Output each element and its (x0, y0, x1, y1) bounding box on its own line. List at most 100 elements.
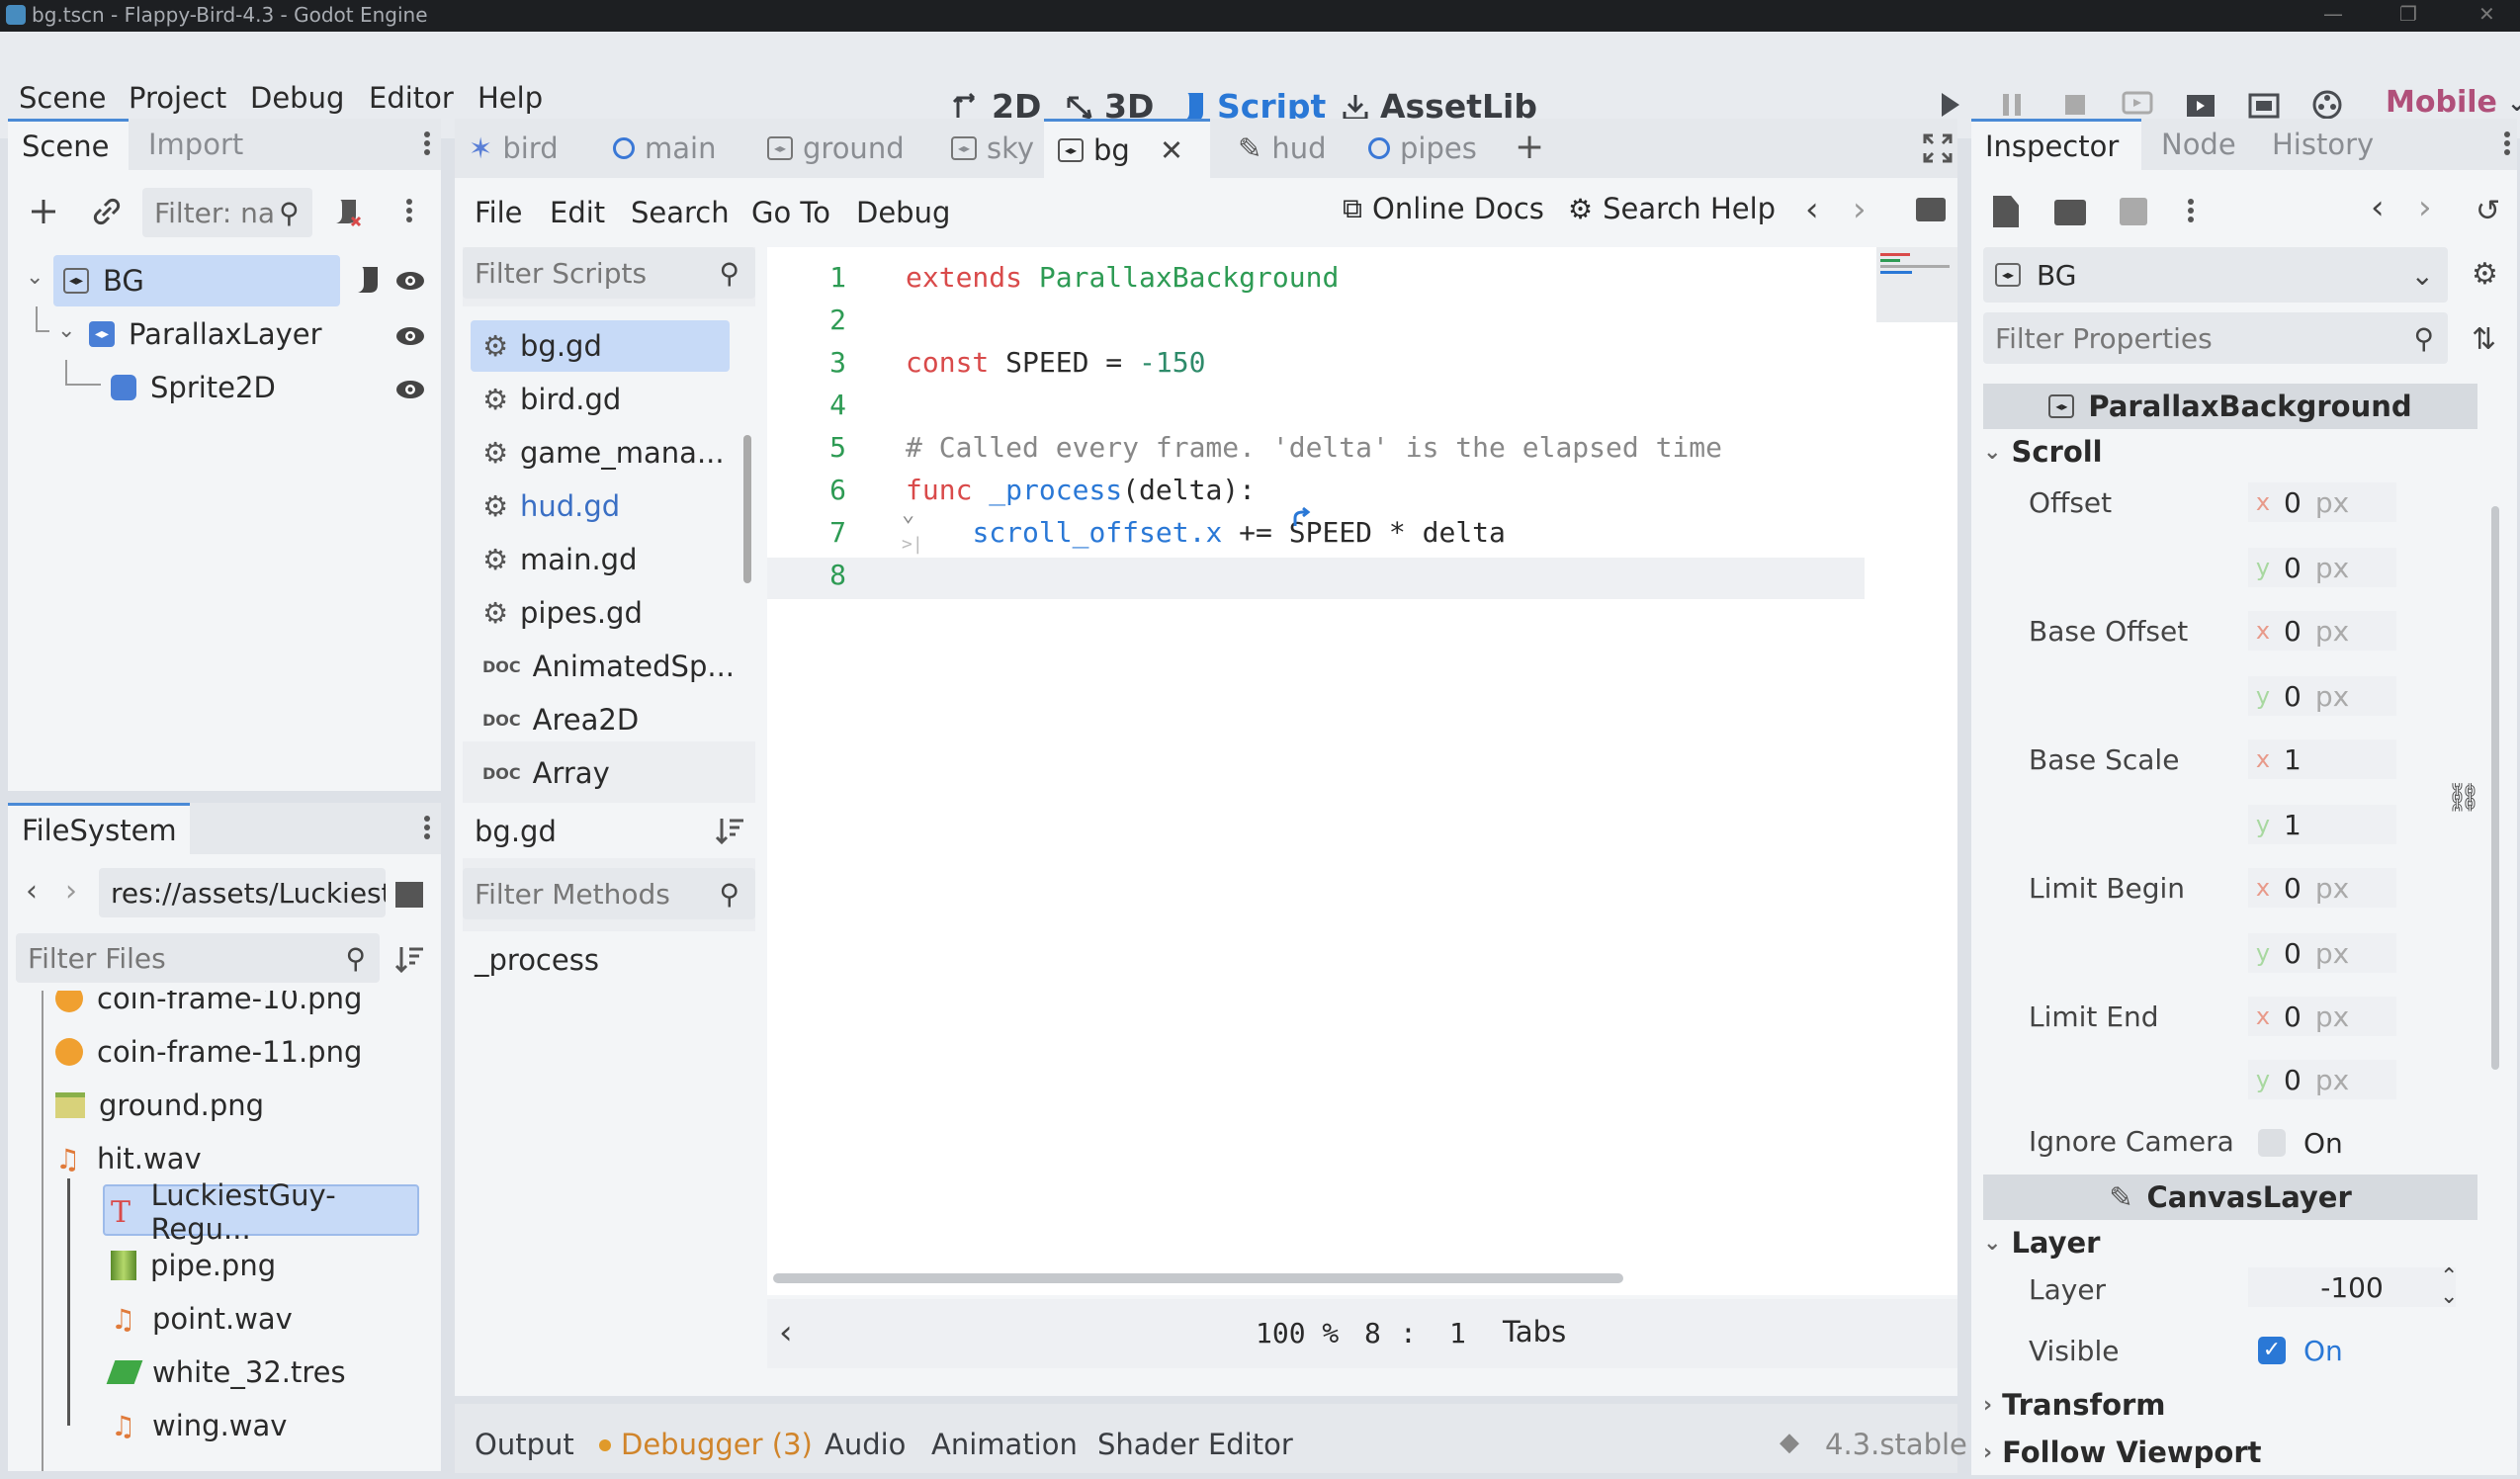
tab-import[interactable]: Import (134, 119, 257, 170)
path-field[interactable]: res://assets/Luckiest (99, 868, 386, 917)
script-item-hud[interactable]: ⚙ hud.gd (471, 480, 730, 532)
file-item[interactable]: white_32.tres (106, 1347, 346, 1398)
sort-icon[interactable] (714, 815, 745, 846)
visibility-eye-icon[interactable] (395, 271, 425, 291)
inspector-options-icon[interactable] (2187, 196, 2195, 231)
script-item-doc[interactable]: DOC Array (471, 747, 730, 799)
scene-tab-sky[interactable]: ◂▸ sky (937, 119, 1048, 178)
line-number[interactable]: 2 (767, 304, 846, 336)
property-value-y[interactable]: y 0 px (2248, 676, 2396, 716)
line-number[interactable]: 6 (767, 474, 846, 506)
add-node-icon[interactable] (28, 196, 59, 227)
property-options-icon[interactable]: ⇅ (2472, 322, 2496, 357)
dock-menu-icon[interactable] (423, 813, 431, 848)
scene-tab-main[interactable]: main (599, 119, 730, 178)
file-item[interactable]: ♫ wing.wav (111, 1400, 287, 1451)
back-icon[interactable]: ‹ (26, 874, 38, 909)
menu-scene[interactable]: Scene (19, 81, 106, 115)
toggle-scripts-panel-icon[interactable]: ‹ (779, 1313, 793, 1352)
code-line[interactable]: 1 extends ParallaxBackground (767, 255, 1865, 298)
scene-tab-pipes[interactable]: pipes (1354, 119, 1491, 178)
history-back-icon[interactable]: ‹ (2371, 188, 2385, 227)
scene-tab-bird[interactable]: ✶ bird (455, 119, 572, 178)
scrollbar[interactable] (743, 435, 751, 583)
sort-icon[interactable] (393, 943, 425, 975)
line-number[interactable]: 5 (767, 431, 846, 464)
file-item[interactable]: ♫ hit.wav (55, 1133, 202, 1184)
run-custom-scene-icon[interactable] (2246, 87, 2282, 123)
layer-spinbox[interactable]: -100 (2248, 1267, 2456, 1307)
script-item-bg[interactable]: ⚙ bg.gd (471, 320, 730, 372)
tree-node-parallaxlayer[interactable]: ◂▸ ParallaxLayer (89, 308, 322, 360)
filter-properties-input[interactable]: Filter Properties ⚲ (1983, 312, 2448, 364)
object-tools-icon[interactable]: ⚙ (2472, 257, 2498, 292)
tab-inspector[interactable]: Inspector (1971, 119, 2141, 170)
bottom-tab-audio[interactable]: Audio (825, 1428, 906, 1461)
group-transform[interactable]: › Transform (1983, 1384, 2477, 1426)
menu-project[interactable]: Project (129, 81, 226, 115)
renderer-select[interactable]: Mobile ⌄ (2386, 85, 2520, 120)
line-number[interactable]: 8 (767, 559, 846, 591)
property-value-y[interactable]: y 0 px (2248, 933, 2396, 973)
filter-scripts-input[interactable]: Filter Scripts ⚲ (463, 247, 755, 299)
play-icon[interactable] (1932, 87, 1967, 123)
scene-tab-hud[interactable]: ✎ hud (1224, 119, 1340, 178)
next-script-icon[interactable]: › (1853, 190, 1867, 229)
tree-node-sprite2d[interactable]: Sprite2D (111, 362, 276, 413)
scrollbar[interactable] (2491, 506, 2499, 1070)
scene-options-icon[interactable] (405, 196, 413, 231)
scene-tab-bg[interactable]: ◂▸ bg ✕ (1044, 119, 1210, 178)
bottom-tab-animation[interactable]: Animation (931, 1428, 1078, 1461)
property-value-x[interactable]: x1 (2248, 740, 2396, 779)
history-forward-icon[interactable]: › (2418, 188, 2432, 227)
pause-icon[interactable] (1994, 87, 2030, 123)
dock-menu-icon[interactable] (2503, 129, 2511, 164)
ignore-camera-checkbox[interactable] (2258, 1129, 2286, 1157)
attach-script-icon[interactable] (330, 196, 364, 229)
file-filter-input[interactable]: Filter Files ⚲ (16, 933, 380, 983)
filter-methods-input[interactable]: Filter Methods ⚲ (463, 868, 755, 919)
minimap[interactable] (1876, 247, 1957, 322)
code-line[interactable]: 2 (767, 298, 1865, 340)
engine-version[interactable]: 4.3.stable (1825, 1428, 1967, 1461)
code-line[interactable]: 3 const SPEED = -150 (767, 340, 1865, 383)
script-item-pipes[interactable]: ⚙ pipes.gd (471, 587, 730, 639)
script-item-main[interactable]: ⚙ main.gd (471, 534, 730, 585)
maximize-icon[interactable]: ❐ (2399, 2, 2417, 26)
visibility-eye-icon[interactable] (395, 380, 425, 399)
add-scene-tab-icon[interactable]: + (1515, 127, 1544, 167)
code-line[interactable]: 4 (767, 383, 1865, 425)
code-line[interactable]: 7 scroll_offset.x += SPEED * delta (767, 510, 1865, 553)
group-scroll[interactable]: ⌄ Scroll (1983, 431, 2477, 473)
property-value-x[interactable]: x 0 px (2248, 868, 2396, 908)
property-value-x[interactable]: x 0 px (2248, 997, 2396, 1036)
save-icon[interactable] (2120, 198, 2147, 225)
collapse-arrow-icon[interactable]: ⌄ (26, 265, 43, 290)
file-item[interactable]: pipe.png (111, 1240, 276, 1291)
file-item[interactable]: coin-frame-11.png (55, 1026, 362, 1078)
close-tab-icon[interactable]: ✕ (1160, 133, 1183, 167)
script-menu-file[interactable]: File (475, 196, 523, 229)
scene-filter-input[interactable]: Filter: na ⚲ (142, 188, 312, 237)
code-line[interactable]: 6 func _process(delta): (767, 468, 1865, 510)
collapse-arrow-icon[interactable]: ⌄ (57, 318, 75, 343)
minimize-icon[interactable]: — (2323, 2, 2343, 26)
code-line[interactable]: 8 (767, 553, 1865, 595)
script-menu-goto[interactable]: Go To (751, 196, 830, 229)
scene-tab-ground[interactable]: ◂▸ ground (753, 119, 918, 178)
file-item[interactable]: ground.png (55, 1080, 264, 1131)
tab-node[interactable]: Node (2147, 119, 2250, 170)
run-current-scene-icon[interactable] (2183, 87, 2218, 123)
zoom-level[interactable]: 100 % (1256, 1317, 1339, 1349)
tab-scene[interactable]: Scene (8, 119, 129, 170)
line-number[interactable]: 1 (767, 261, 846, 294)
tree-node-bg[interactable]: ◂▸ BG (63, 255, 144, 306)
open-folder-icon[interactable] (2054, 200, 2086, 225)
menu-editor[interactable]: Editor (369, 81, 454, 115)
movie-maker-icon[interactable] (2309, 87, 2345, 123)
close-window-icon[interactable]: ✕ (2478, 2, 2495, 26)
method-item[interactable]: _process (475, 943, 599, 977)
indent-mode[interactable]: Tabs (1503, 1315, 1566, 1348)
group-follow-viewport[interactable]: › Follow Viewport (1983, 1432, 2477, 1473)
script-item-doc[interactable]: DOC Area2D (471, 694, 730, 745)
